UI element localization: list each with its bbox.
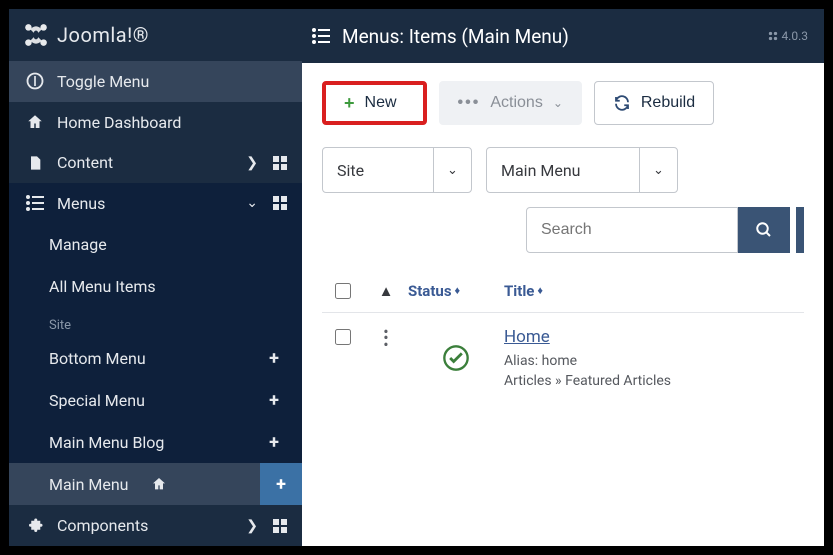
sidebar-item-components[interactable]: Components ❯ (9, 505, 302, 546)
row-title-link[interactable]: Home (504, 327, 804, 347)
search-row (302, 193, 824, 253)
menu-select[interactable]: Main Menu ⌄ (486, 147, 678, 193)
order-column[interactable]: ▲ (364, 282, 408, 300)
refresh-icon (613, 94, 631, 112)
actions-button[interactable]: ••• Actions ⌄ (439, 81, 582, 125)
published-icon[interactable] (442, 344, 470, 372)
client-select[interactable]: Site ⌄ (322, 147, 472, 193)
add-icon[interactable]: + (260, 428, 288, 456)
list-icon (310, 28, 332, 44)
submenu-main-menu[interactable]: Main Menu + (9, 463, 302, 505)
grid-icon[interactable] (272, 155, 288, 171)
items-table: ▲ Status ♦ Title ♦ ••• (302, 253, 824, 403)
submenu-manage[interactable]: Manage (9, 223, 302, 265)
grid-icon[interactable] (272, 518, 288, 534)
brand[interactable]: Joomla!® (9, 9, 302, 61)
new-button[interactable]: + New (322, 81, 427, 125)
home-icon (23, 113, 47, 131)
drag-handle-icon[interactable]: ••• (383, 329, 388, 389)
chevron-down-icon: ⌄ (246, 195, 258, 211)
filter-bar: Site ⌄ Main Menu ⌄ (302, 139, 824, 193)
sort-icon: ♦ (537, 284, 543, 297)
toolbar: + New ••• Actions ⌄ Rebuild (302, 63, 824, 139)
chevron-down-icon: ⌄ (553, 96, 563, 110)
submenu-main-menu-blog[interactable]: Main Menu Blog + (9, 421, 302, 463)
row-alias: Alias: home (504, 353, 804, 369)
filter-options-button[interactable] (796, 207, 804, 253)
list-icon (23, 195, 47, 211)
table-header: ▲ Status ♦ Title ♦ (322, 269, 804, 313)
submenu-special-menu[interactable]: Special Menu + (9, 379, 302, 421)
file-icon (23, 154, 47, 172)
search-input[interactable] (526, 207, 738, 253)
submenu-all-menu-items[interactable]: All Menu Items (9, 265, 302, 307)
chevron-down-icon: ⌄ (639, 148, 677, 192)
sidebar: Joomla!® Toggle Menu Home Dashboard Cont… (9, 9, 302, 546)
menus-submenu: Manage All Menu Items Site Bottom Menu +… (9, 223, 302, 505)
chevron-right-icon: ❯ (246, 155, 258, 171)
rebuild-button[interactable]: Rebuild (594, 81, 714, 125)
submenu-heading-site: Site (9, 307, 302, 337)
joomla-logo-icon (23, 22, 49, 48)
page-title: Menus: Items (Main Menu) (342, 25, 768, 48)
plus-icon: + (344, 94, 355, 112)
row-path: Articles » Featured Articles (504, 373, 804, 389)
topbar: Menus: Items (Main Menu) 4.0.3 (302, 9, 824, 63)
search-button[interactable] (738, 207, 790, 253)
sort-icon: ♦ (455, 284, 461, 297)
sidebar-item-menus[interactable]: Menus ⌄ (9, 183, 302, 224)
main-content: Menus: Items (Main Menu) 4.0.3 + New •••… (302, 9, 824, 546)
version-badge: 4.0.3 (768, 29, 808, 43)
chevron-down-icon: ⌄ (433, 148, 471, 192)
status-header[interactable]: Status ♦ (408, 282, 504, 300)
puzzle-icon (23, 517, 47, 535)
ellipsis-icon: ••• (458, 94, 481, 112)
brand-text: Joomla!® (57, 23, 149, 47)
table-row: ••• Home Alias: home Articles » Featured… (322, 313, 804, 403)
sidebar-item-home-dashboard[interactable]: Home Dashboard (9, 102, 302, 143)
add-icon[interactable]: + (260, 386, 288, 414)
select-all-checkbox[interactable] (335, 283, 351, 299)
sidebar-item-content[interactable]: Content ❯ (9, 142, 302, 183)
chevron-right-icon: ❯ (246, 518, 258, 534)
home-icon (151, 476, 167, 492)
grid-icon[interactable] (272, 195, 288, 211)
title-header[interactable]: Title ♦ (504, 282, 804, 300)
row-checkbox[interactable] (335, 329, 351, 345)
toggle-icon (23, 71, 47, 91)
add-icon[interactable]: + (260, 344, 288, 372)
toggle-menu[interactable]: Toggle Menu (9, 61, 302, 102)
add-icon[interactable]: + (260, 463, 302, 505)
submenu-bottom-menu[interactable]: Bottom Menu + (9, 337, 302, 379)
